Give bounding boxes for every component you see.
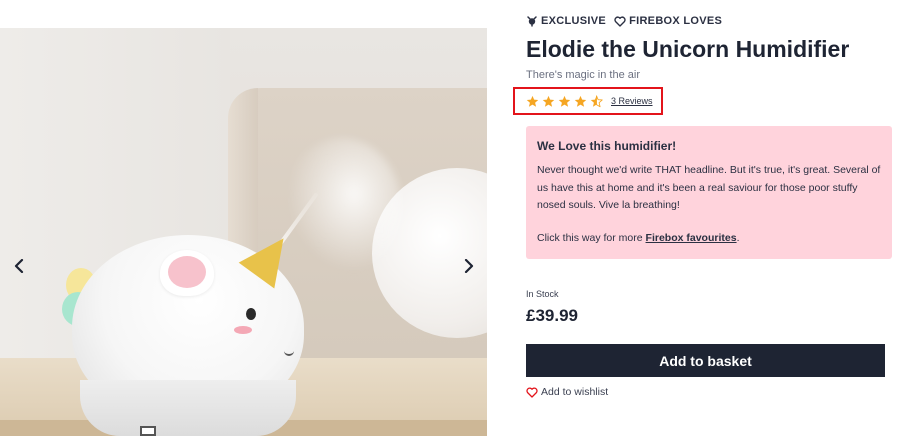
star-full-icon [526,95,539,107]
gallery-prev-button[interactable] [8,255,30,277]
star-half-icon [590,94,603,107]
love-panel-cta: Click this way for more Firebox favourit… [537,232,881,244]
unicorn-ear-inner [168,256,206,288]
unicorn-badge-icon [527,16,537,27]
badge-exclusive: EXCLUSIVE [526,15,606,27]
badge-exclusive-label: EXCLUSIVE [541,15,607,27]
badge-firebox-loves-label: FIREBOX LOVES [629,15,723,27]
love-cta-prefix: Click this way for more [537,231,646,244]
star-full-icon [574,95,587,107]
product-title: Elodie the Unicorn Humidifier [526,36,850,62]
chevron-right-icon [464,259,474,273]
love-cta-suffix: . [736,231,740,244]
unicorn-humidifier-base [80,380,296,436]
love-panel-body: Never thought we'd write THAT headline. … [537,164,881,211]
power-plug [140,426,156,436]
rating-stars [526,94,603,108]
badge-firebox-loves: FIREBOX LOVES [614,15,722,27]
unicorn-eye [246,308,256,320]
humidifier-mist [282,138,402,278]
stock-status: In Stock [526,289,559,299]
product-price: £39.99 [526,306,578,325]
wishlist-label: Add to wishlist [541,386,609,398]
product-subtitle: There's magic in the air [526,69,640,81]
love-panel-heading: We Love this humidifier! [537,139,677,153]
reviews-link[interactable]: 3 Reviews [611,96,653,106]
add-to-basket-button[interactable]: Add to basket [526,344,885,377]
chevron-left-icon [14,259,24,273]
firebox-loves-panel: We Love this humidifier! Never thought w… [526,126,892,259]
unicorn-cheek [234,326,252,334]
star-full-icon [542,95,555,107]
add-to-wishlist-button[interactable]: Add to wishlist [526,386,608,398]
heart-outline-icon [526,387,538,398]
heart-outline-icon [614,15,626,27]
gallery-next-button[interactable] [458,255,480,277]
product-badges: EXCLUSIVE FIREBOX LOVES [526,15,722,27]
product-rating: 3 Reviews [513,87,663,115]
star-full-icon [558,95,571,107]
firebox-favourites-link[interactable]: Firebox favourites [646,232,737,244]
